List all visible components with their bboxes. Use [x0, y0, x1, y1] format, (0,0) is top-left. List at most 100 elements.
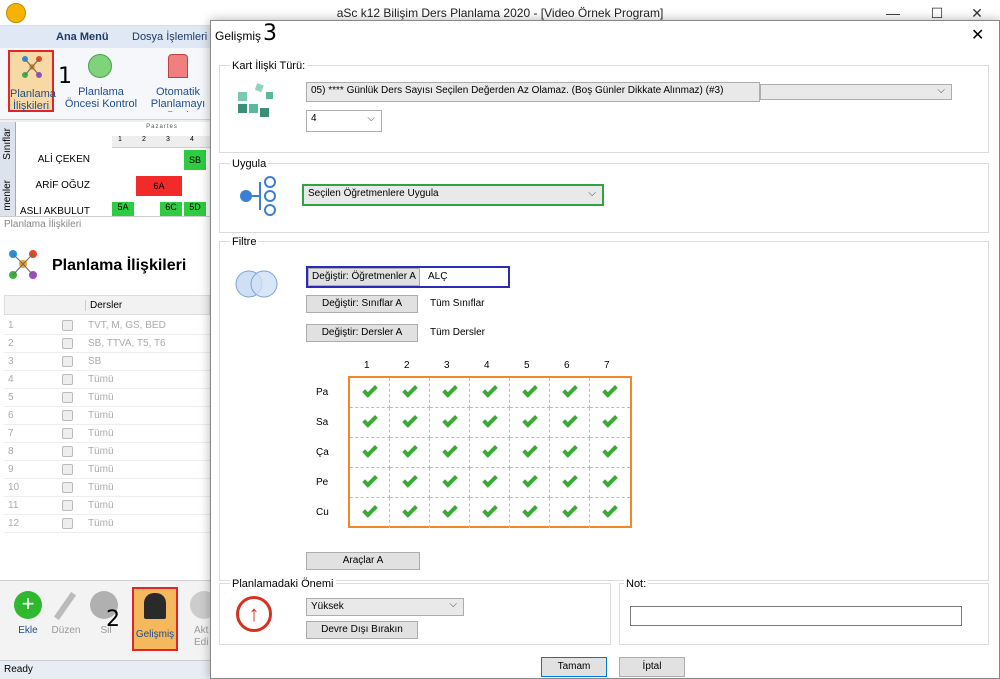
list-item[interactable]: 2 SB, TTVA, T5, T6	[4, 335, 210, 353]
list-item[interactable]: 12 Tümü	[4, 515, 210, 533]
period-number: 1	[118, 136, 122, 143]
list-item[interactable]: 3 SB	[4, 353, 210, 371]
time-slot-cell[interactable]	[350, 408, 390, 438]
time-slot-cell[interactable]	[350, 498, 390, 528]
time-slot-cell[interactable]	[390, 498, 430, 528]
time-slot-cell[interactable]	[590, 438, 630, 468]
otomatik-planlama-button[interactable]: Otomatik Planlamayı Başl	[140, 50, 212, 112]
period-label[interactable]: 7	[604, 360, 610, 371]
time-slot-cell[interactable]	[590, 468, 630, 498]
active-edit-button[interactable]: Akt Edi	[186, 589, 212, 649]
gelismis-dialog: Gelişmiş 3 ✕ Kart İlişki Türü: 05) **** …	[210, 20, 1000, 679]
time-slot-cell[interactable]	[550, 468, 590, 498]
lesson-card[interactable]: SB	[184, 150, 206, 170]
annotation-2: 2	[106, 607, 120, 632]
relation-icon	[62, 374, 73, 385]
time-slot-cell[interactable]	[470, 438, 510, 468]
time-slot-cell[interactable]	[590, 378, 630, 408]
period-label[interactable]: 2	[404, 360, 410, 371]
period-header-row: 1 2 3 4 5 6 7	[350, 360, 630, 376]
period-label[interactable]: 6	[564, 360, 570, 371]
tools-button[interactable]: Araçlar A	[306, 552, 420, 570]
disable-button[interactable]: Devre Dışı Bırakın	[306, 621, 418, 639]
list-item[interactable]: 7 Tümü	[4, 425, 210, 443]
add-button[interactable]: + Ekle	[8, 589, 48, 649]
time-slot-cell[interactable]	[590, 498, 630, 528]
apply-scope-select[interactable]: Seçilen Öğretmenlere Uygula ⌵	[302, 184, 604, 206]
list-item[interactable]: 1 TVT, M, GS, BED	[4, 317, 210, 335]
lesson-card[interactable]: 5D	[184, 202, 206, 216]
lesson-card[interactable]: 6A	[136, 176, 182, 196]
tab-dosya-islemleri[interactable]: Dosya İşlemleri	[132, 31, 207, 43]
list-item[interactable]: 6 Tümü	[4, 407, 210, 425]
note-input[interactable]	[630, 606, 962, 626]
period-label[interactable]: 5	[524, 360, 530, 371]
lesson-card[interactable]: 5A	[112, 202, 134, 216]
time-slot-cell[interactable]	[350, 438, 390, 468]
time-slot-cell[interactable]	[390, 408, 430, 438]
cancel-button[interactable]: İptal	[619, 657, 685, 677]
time-slot-cell[interactable]	[470, 408, 510, 438]
column-header-dersler[interactable]: Dersler	[85, 300, 122, 311]
ok-button[interactable]: Tamam	[541, 657, 607, 677]
planlama-oncesi-kontrol-button[interactable]: Planlama Öncesi Kontrol	[62, 50, 140, 112]
active-label: Akt	[194, 625, 209, 636]
time-slot-cell[interactable]	[390, 378, 430, 408]
day-label[interactable]: Ça	[316, 447, 329, 458]
time-slot-cell[interactable]	[510, 408, 550, 438]
time-slot-cell[interactable]	[510, 468, 550, 498]
time-slot-cell[interactable]	[470, 378, 510, 408]
time-slot-cell[interactable]	[470, 468, 510, 498]
list-item[interactable]: 5 Tümü	[4, 389, 210, 407]
priority-select[interactable]: Yüksek ⌵	[306, 598, 464, 616]
time-slot-cell[interactable]	[470, 498, 510, 528]
checkmark-icon	[521, 472, 538, 488]
time-slot-cell[interactable]	[430, 408, 470, 438]
relation-type-dropdown[interactable]: ⌵	[760, 84, 952, 100]
relation-type-select[interactable]: 05) **** Günlük Ders Sayısı Seçilen Değe…	[306, 82, 760, 102]
time-slot-cell[interactable]	[350, 468, 390, 498]
onem-group: Planlamadaki Önemi ↑ Yüksek ⌵ Devre Dışı…	[219, 578, 611, 645]
tab-ana-menu[interactable]: Ana Menü	[56, 31, 109, 43]
gelismis-button[interactable]: Gelişmiş	[132, 587, 178, 651]
day-header: Pazartes	[146, 124, 178, 130]
list-item[interactable]: 4 Tümü	[4, 371, 210, 389]
list-item[interactable]: 10 Tümü	[4, 479, 210, 497]
time-slot-cell[interactable]	[550, 498, 590, 528]
count-select[interactable]: 4 ⌵	[306, 110, 382, 132]
day-label[interactable]: Pa	[316, 387, 328, 398]
dialog-close-icon[interactable]: ✕	[971, 25, 984, 45]
time-slot-cell[interactable]	[550, 378, 590, 408]
traffic-cone-icon	[168, 54, 188, 78]
time-slot-cell[interactable]	[390, 468, 430, 498]
row-number: 2	[8, 338, 14, 349]
time-slot-cell[interactable]	[430, 498, 470, 528]
time-slot-cell[interactable]	[510, 378, 550, 408]
time-slot-cell[interactable]	[590, 408, 630, 438]
time-slot-cell[interactable]	[430, 378, 470, 408]
change-teachers-button[interactable]: Değiştir: Öğretmenler A	[308, 268, 420, 286]
list-item[interactable]: 11 Tümü	[4, 497, 210, 515]
list-item[interactable]: 9 Tümü	[4, 461, 210, 479]
time-slot-cell[interactable]	[510, 438, 550, 468]
time-slot-cell[interactable]	[550, 408, 590, 438]
day-label[interactable]: Pe	[316, 477, 328, 488]
list-item[interactable]: 8 Tümü	[4, 443, 210, 461]
period-label[interactable]: 1	[364, 360, 370, 371]
checkmark-icon	[361, 382, 378, 398]
day-label[interactable]: Sa	[316, 417, 328, 428]
lesson-card[interactable]: 6C	[160, 202, 182, 216]
time-slot-cell[interactable]	[430, 468, 470, 498]
time-slot-cell[interactable]	[430, 438, 470, 468]
time-slot-cell[interactable]	[390, 438, 430, 468]
period-label[interactable]: 4	[484, 360, 490, 371]
edit-button[interactable]: Düzen	[46, 589, 86, 649]
time-slot-cell[interactable]	[510, 498, 550, 528]
planlama-iliskileri-button[interactable]: Planlama İlişkileri	[8, 50, 56, 112]
day-label[interactable]: Cu	[316, 507, 329, 518]
period-label[interactable]: 3	[444, 360, 450, 371]
change-classes-button[interactable]: Değiştir: Sınıflar A	[306, 295, 418, 313]
time-slot-cell[interactable]	[350, 378, 390, 408]
time-slot-cell[interactable]	[550, 438, 590, 468]
change-lessons-button[interactable]: Değiştir: Dersler A	[306, 324, 418, 342]
